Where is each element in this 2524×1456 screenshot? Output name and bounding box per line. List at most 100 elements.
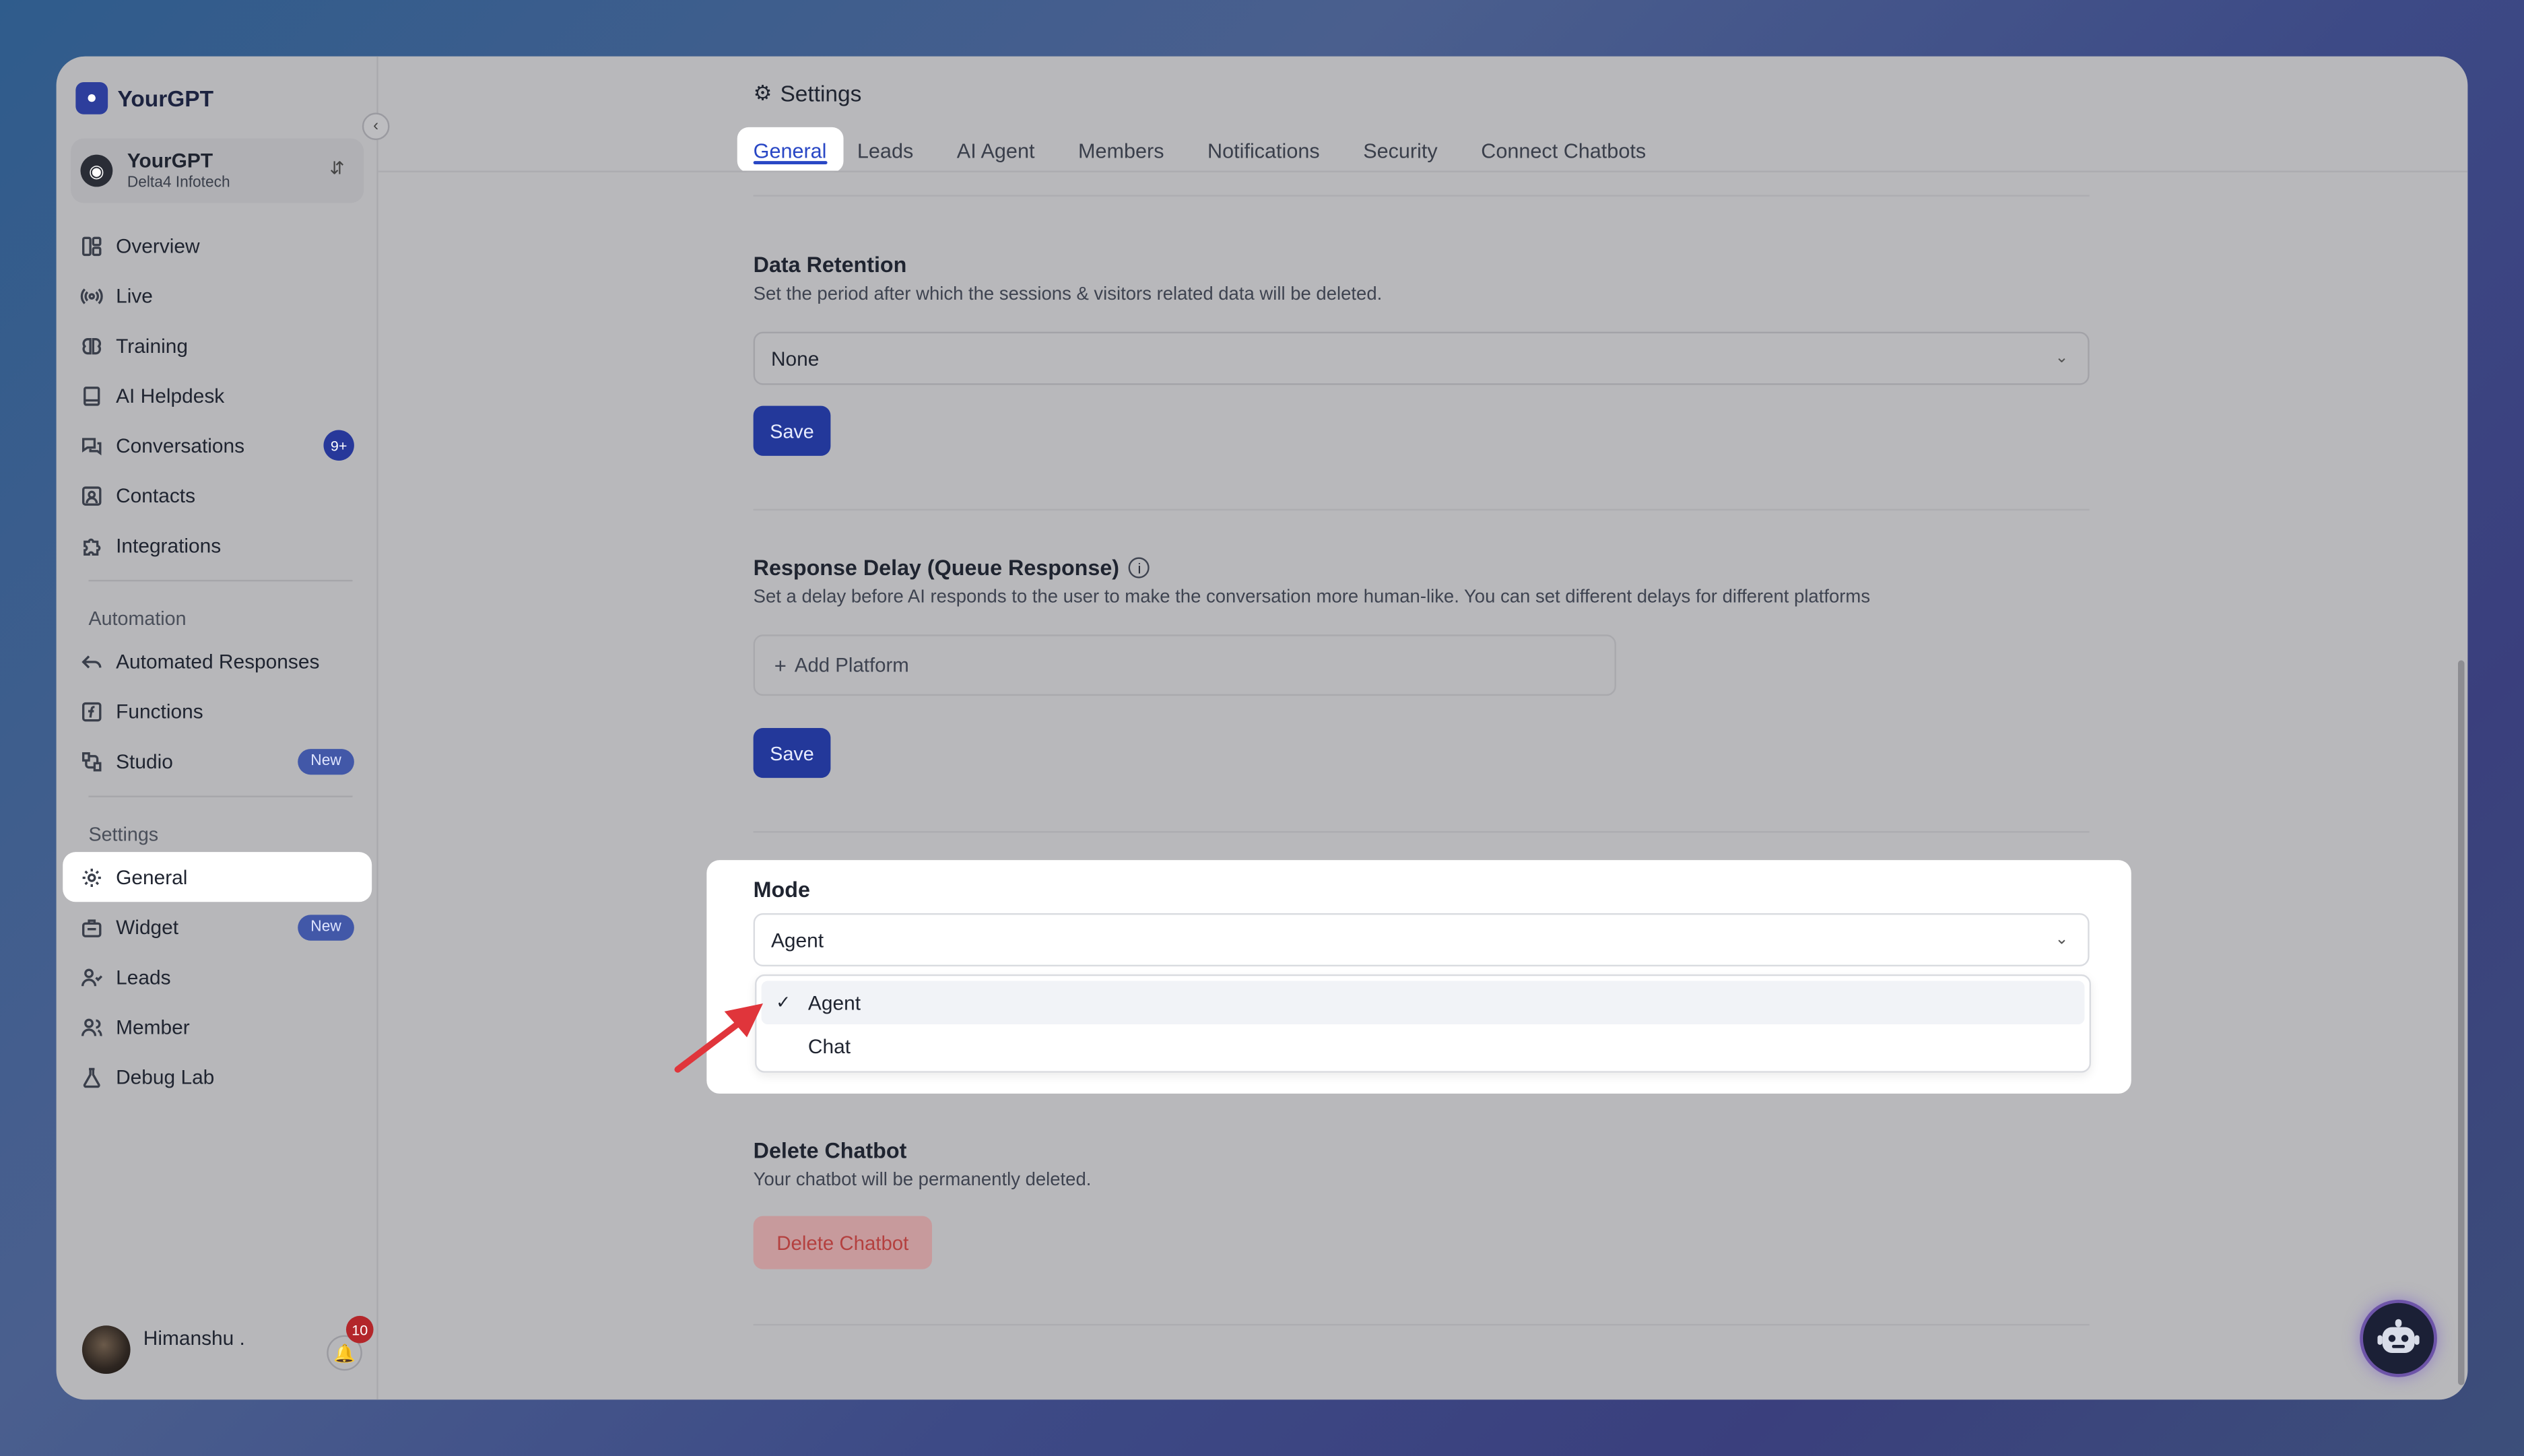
app-window: ● YourGPT ◉ YourGPT Delta4 Infotech ⇵ Ov… [56,56,2468,1400]
mode-option-agent[interactable]: ✓ Agent [761,981,2085,1025]
sidebar-item-label: Member [116,1015,190,1038]
sidebar-item-label: AI Helpdesk [116,384,225,407]
new-badge: New [298,914,354,940]
mode-value: Agent [770,928,824,952]
workspace-name: YourGPT [127,149,213,172]
book-icon [79,383,104,408]
conversations-count-badge: 9+ [323,430,354,461]
brand[interactable]: ● YourGPT [75,81,214,114]
widget-icon [79,914,104,939]
delete-chatbot-title: Delete Chatbot [753,1138,907,1163]
user-profile[interactable]: Himanshu . [81,1325,245,1375]
users-icon [79,1014,104,1040]
sidebar-item-label: Leads [116,965,171,989]
broadcast-icon [79,283,104,308]
info-icon[interactable]: i [1129,557,1150,578]
sidebar-item-general[interactable]: General [63,852,372,902]
add-platform-button[interactable]: + Add Platform [753,634,1616,696]
sidebar-item-debug-lab[interactable]: Debug Lab [63,1052,372,1102]
mode-select[interactable]: Agent ⌄ [753,913,2090,966]
section-divider [753,195,2090,197]
sidebar-item-functions[interactable]: Functions [63,686,372,736]
data-retention-value: None [770,347,820,370]
sidebar-item-studio[interactable]: Studio New [63,736,372,786]
tab-general[interactable]: General [737,127,843,172]
response-delay-title: Response Delay (Queue Response) i [754,556,1150,580]
sidebar-item-label: Integrations [116,533,222,557]
data-retention-title: Data Retention [753,253,907,277]
main-content: ⚙ Settings General Leads AI Agent Member… [378,56,2468,1400]
robot-logo-icon: ● [75,81,108,114]
layout-icon [79,233,104,259]
reply-icon [79,649,104,674]
sidebar-item-label: Studio [116,750,173,772]
mode-card: Mode Agent ⌄ ✓ Agent Chat [706,860,2131,1094]
avatar [81,1325,131,1375]
scrollbar[interactable] [2457,660,2465,1385]
tab-ai-agent[interactable]: AI Agent [942,127,1049,172]
tab-notifications[interactable]: Notifications [1193,127,1335,172]
chatbot-launcher-icon[interactable] [2360,1300,2437,1377]
settings-heading: Settings [88,823,159,846]
tab-connect-chatbots[interactable]: Connect Chatbots [1467,127,1661,172]
mode-option-chat[interactable]: Chat [762,1024,2085,1068]
primary-nav: Overview Live Training AI Helpdesk Conve… [63,221,372,1102]
header-divider [378,170,2468,172]
sidebar-item-live[interactable]: Live [63,271,372,321]
sidebar-item-label: Widget [116,915,179,939]
data-retention-select[interactable]: None ⌄ [753,331,2090,385]
flask-icon [79,1064,104,1090]
sidebar-item-automated-responses[interactable]: Automated Responses [63,636,372,686]
sidebar-item-label: Training [116,334,188,357]
sidebar: ● YourGPT ◉ YourGPT Delta4 Infotech ⇵ Ov… [56,56,378,1400]
add-platform-label: Add Platform [794,653,909,677]
chat-icon [79,432,104,458]
delete-chatbot-button[interactable]: Delete Chatbot [753,1216,932,1269]
puzzle-icon [79,532,104,558]
sidebar-item-label: Live [116,284,153,307]
sidebar-item-member[interactable]: Member [63,1002,372,1052]
collapse-sidebar-icon[interactable]: ‹ [362,112,390,141]
contact-icon [79,482,104,508]
mode-title: Mode [753,878,810,902]
sidebar-item-training[interactable]: Training [63,321,372,370]
option-label: Chat [807,1034,851,1058]
brand-name: YourGPT [117,85,214,112]
tab-leads[interactable]: Leads [842,127,927,172]
mode-dropdown: ✓ Agent Chat [755,974,2091,1073]
workspace-text: YourGPT Delta4 Infotech [127,150,230,192]
workspace-org: Delta4 Infotech [127,173,230,192]
sidebar-item-label: Automated Responses [116,650,320,673]
chevron-down-icon: ⌄ [2055,349,2069,368]
divider [88,795,353,797]
sidebar-item-integrations[interactable]: Integrations [63,520,372,570]
new-badge: New [298,748,354,774]
plus-icon: + [774,653,787,677]
settings-tabs: General Leads AI Agent Members Notificat… [737,127,1675,172]
sidebar-item-widget[interactable]: Widget New [63,902,372,952]
save-data-retention-button[interactable]: Save [753,405,831,456]
sidebar-item-label: Contacts [116,484,196,507]
sidebar-item-leads[interactable]: Leads [63,952,372,1001]
chevron-updown-icon: ⇵ [329,159,345,179]
tab-security[interactable]: Security [1349,127,1453,172]
sidebar-item-label: General [116,865,188,888]
function-icon [79,698,104,724]
section-divider [753,508,2090,511]
stage: ● YourGPT ◉ YourGPT Delta4 Infotech ⇵ Ov… [0,0,2524,1456]
sidebar-item-conversations[interactable]: Conversations 9+ [63,420,372,470]
annotation-arrow-icon [674,1003,764,1073]
page-title-text: Settings [780,80,862,106]
response-delay-description: Set a delay before AI responds to the us… [753,587,1871,607]
option-label: Agent [807,991,861,1014]
user-check-icon [79,964,104,989]
sidebar-item-label: Conversations [116,434,245,457]
workspace-switcher[interactable]: ◉ YourGPT Delta4 Infotech ⇵ [71,138,364,203]
sidebar-item-label: Debug Lab [116,1065,215,1088]
automation-heading: Automation [88,607,187,630]
sidebar-item-ai-helpdesk[interactable]: AI Helpdesk [63,370,372,420]
tab-members[interactable]: Members [1064,127,1179,172]
sidebar-item-overview[interactable]: Overview [63,221,372,271]
sidebar-item-contacts[interactable]: Contacts [63,470,372,520]
save-response-delay-button[interactable]: Save [753,728,831,779]
